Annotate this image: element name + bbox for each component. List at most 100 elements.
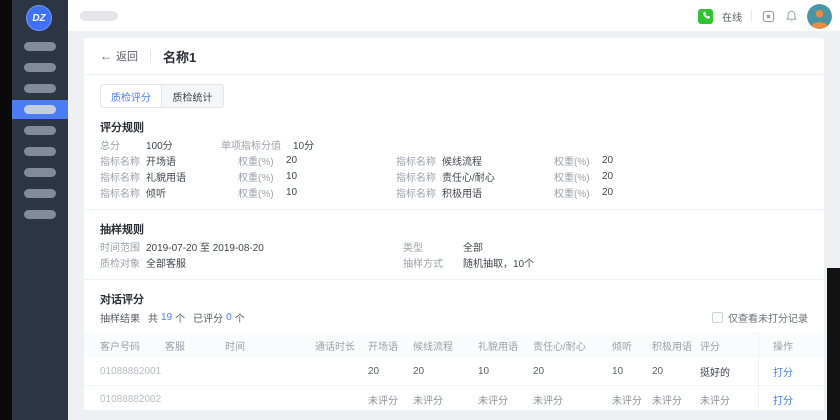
tab-quality-statistics[interactable]: 质检统计: [162, 85, 223, 107]
online-status-label: 在线: [722, 9, 742, 24]
sidebar-item-4-label-pill: [24, 105, 56, 114]
sidebar-item-8[interactable]: [24, 189, 56, 198]
table-header-row: 客户号码 客服 时间 通话时长 开场语 候线流程 礼貌用语 责任心/耐心 倾听 …: [84, 332, 824, 358]
col-header-time: 时间: [225, 338, 315, 353]
weight-value: 20: [602, 187, 613, 198]
cell-queue-process: 20: [413, 366, 478, 377]
back-button[interactable]: ← 返回: [100, 48, 138, 64]
scored-suffix: 个: [235, 310, 245, 325]
cell-politeness: 未评分: [478, 392, 533, 407]
time-range-label: 时间范围: [100, 239, 146, 254]
cell-queue-process: 未评分: [413, 392, 478, 407]
sampling-row: 质检对象 全部客服 抽样方式 随机抽取，10个: [84, 254, 824, 270]
back-label: 返回: [116, 48, 138, 64]
score-button[interactable]: 打分: [773, 364, 793, 379]
header-divider: [84, 74, 824, 75]
sidebar-item-2[interactable]: [24, 63, 56, 72]
cell-positive: 未评分: [652, 392, 700, 407]
section-divider: [84, 279, 824, 280]
sidebar-item-6[interactable]: [24, 147, 56, 156]
indicator-name: 开场语: [146, 153, 238, 168]
indicator-name: 责任心/耐心: [442, 169, 554, 184]
sidebar-item-7[interactable]: [24, 168, 56, 177]
breadcrumb-placeholder: [80, 11, 118, 21]
weight-label: 权重(%): [238, 185, 286, 200]
sampling-method-label: 抽样方式: [403, 255, 463, 270]
total-score-label: 总分: [100, 137, 146, 152]
avatar[interactable]: [807, 4, 832, 29]
indicator-name-label: 指标名称: [396, 153, 442, 168]
col-header-score: 评分: [700, 338, 758, 353]
cell-score: 未评分: [700, 392, 758, 407]
indicator-name-label: 指标名称: [100, 169, 146, 184]
topbar: 在线: [68, 0, 840, 32]
content-card: ← 返回 名称1 质检评分 质检统计 评分规则 总分 100分 单项指标分值 1…: [84, 38, 824, 410]
table-row: 01088882001 20 20 10 20 10 20 挺好的 打分: [84, 358, 824, 386]
sidebar-item-1[interactable]: [24, 42, 56, 51]
sidebar-item-5[interactable]: [24, 126, 56, 135]
indicator-row: 指标名称 倾听 权重(%) 10 指标名称 积极用语 权重(%) 20: [84, 184, 824, 200]
phone-status-icon[interactable]: [698, 9, 713, 24]
sidebar-item-3[interactable]: [24, 84, 56, 93]
dialog-scoring-title: 对话评分: [84, 292, 824, 308]
section-divider: [84, 209, 824, 210]
qc-target-value: 全部客服: [146, 255, 403, 270]
type-label: 类型: [403, 239, 463, 254]
unscored-only-checkbox[interactable]: [712, 312, 723, 323]
indicator-name: 倾听: [146, 185, 238, 200]
sidebar-item-4-active[interactable]: [12, 100, 68, 119]
col-header-agent: 客服: [165, 338, 225, 353]
sampling-method-value: 随机抽取，10个: [463, 255, 534, 270]
sidebar-nav: [12, 42, 68, 231]
back-arrow-icon: ←: [100, 49, 112, 63]
cell-action: 打分: [758, 358, 824, 385]
tab-quality-scoring[interactable]: 质检评分: [101, 85, 162, 107]
cell-customer-no: 01088882002: [100, 394, 165, 405]
cell-politeness: 10: [478, 366, 533, 377]
sidebar-item-9[interactable]: [24, 210, 56, 219]
weight-label: 权重(%): [554, 185, 602, 200]
weight-label: 权重(%): [554, 153, 602, 168]
qc-target-label: 质检对象: [100, 255, 146, 270]
cell-listening: 未评分: [612, 392, 652, 407]
screen-edge-left: [0, 0, 12, 420]
total-score-value: 100分: [146, 137, 221, 152]
cell-opening: 20: [368, 366, 413, 377]
total-prefix: 共: [148, 310, 158, 325]
page-header-row: ← 返回 名称1: [84, 38, 824, 74]
page-title: 名称1: [163, 47, 196, 66]
indicator-row: 指标名称 礼貌用语 权重(%) 10 指标名称 责任心/耐心 权重(%) 20: [84, 168, 824, 184]
indicator-name: 积极用语: [442, 185, 554, 200]
weight-value: 10: [286, 171, 396, 182]
app-logo-text: DZ: [32, 13, 45, 24]
col-header-responsibility: 责任心/耐心: [533, 338, 612, 353]
col-header-duration: 通话时长: [315, 338, 368, 353]
app-logo[interactable]: DZ: [26, 5, 52, 31]
indicator-name-label: 指标名称: [100, 153, 146, 168]
col-header-customer-no: 客户号码: [100, 338, 165, 353]
weight-label: 权重(%): [238, 169, 286, 184]
scored-label: 已评分: [193, 310, 223, 325]
weight-value: 20: [286, 155, 396, 166]
cell-customer-no: 01088882001: [100, 366, 165, 377]
time-range-value: 2019-07-20 至 2019-08-20: [146, 239, 403, 254]
workbench-icon[interactable]: [761, 9, 775, 23]
topbar-right-cluster: 在线: [698, 0, 832, 32]
indicator-name-label: 指标名称: [396, 169, 442, 184]
filter-group: 仅查看未打分记录: [712, 310, 808, 325]
col-header-opening: 开场语: [368, 338, 413, 353]
bell-icon[interactable]: [784, 9, 798, 23]
indicator-name-label: 指标名称: [100, 185, 146, 200]
unscored-only-label: 仅查看未打分记录: [728, 310, 808, 325]
title-divider: [150, 50, 151, 63]
scored-count: 0: [226, 312, 232, 323]
result-label: 抽样结果: [100, 310, 140, 325]
screen-edge-right: [827, 268, 840, 420]
cell-listening: 10: [612, 366, 652, 377]
unit-score-label: 单项指标分值: [221, 137, 293, 152]
col-header-queue-process: 候线流程: [413, 338, 478, 353]
cell-score: 挺好的: [700, 364, 758, 379]
scoring-rules-title: 评分规则: [84, 120, 824, 136]
score-button[interactable]: 打分: [773, 392, 793, 407]
col-header-positive: 积极用语: [652, 338, 700, 353]
